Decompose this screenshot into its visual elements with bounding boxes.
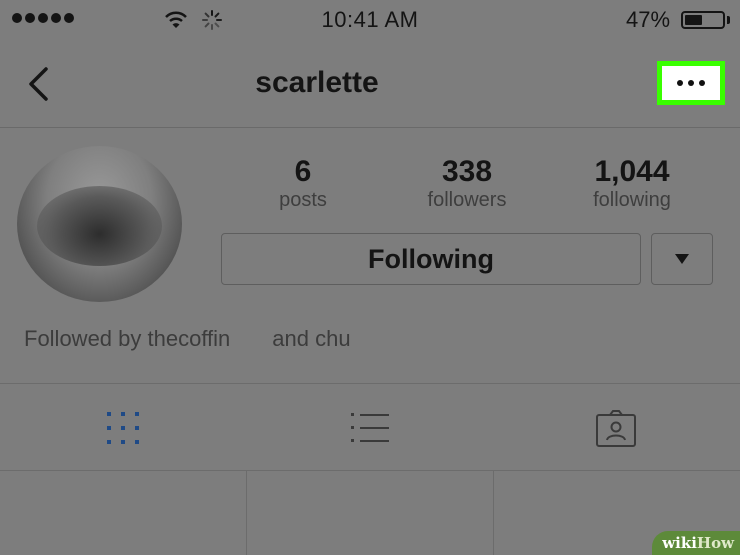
posts-stat[interactable]: 6 posts [233,155,373,211]
tabs-bottom-divider [0,470,740,471]
followers-stat[interactable]: 338 followers [397,155,537,211]
posts-count: 6 [294,155,312,188]
battery-tip [727,16,730,24]
battery-icon [681,11,725,29]
following-stat[interactable]: 1,044 following [562,155,702,211]
grid-icon [107,412,139,444]
grid-separator [493,471,494,555]
following-label: following [593,189,671,211]
profile-username: scarlette [255,66,379,99]
nav-bar: scarlette [0,40,740,128]
tabs-top-divider [0,383,740,384]
followers-label: followers [427,189,507,211]
following-count: 1,044 [594,155,670,188]
suggestions-dropdown-button[interactable] [651,233,713,285]
ellipsis-icon [662,66,720,100]
followers-count: 338 [441,155,493,188]
followed-by-prefix: Followed by thecoffin [24,326,231,351]
followed-by-rest: and chu [272,326,351,351]
battery-percent: 47% [626,7,671,32]
grid-separator [246,471,247,555]
avatar[interactable] [17,146,182,302]
wikihow-watermark: wiki How [652,531,740,555]
watermark-part1: wiki [662,534,697,552]
tagged-photos-icon [596,410,636,447]
caret-down-icon [675,254,689,264]
status-bar: 10:41 AM 47% [0,0,740,40]
following-button[interactable]: Following [221,233,641,285]
tab-grid-view[interactable] [93,400,153,456]
tab-tagged[interactable] [586,400,646,456]
tab-list-view[interactable] [340,400,400,456]
followed-by-text[interactable]: Followed by thecoffin and chu [24,326,351,352]
posts-label: posts [279,189,327,211]
watermark-part2: How [696,534,734,552]
list-icon [351,413,389,442]
more-options-button[interactable] [657,61,725,105]
